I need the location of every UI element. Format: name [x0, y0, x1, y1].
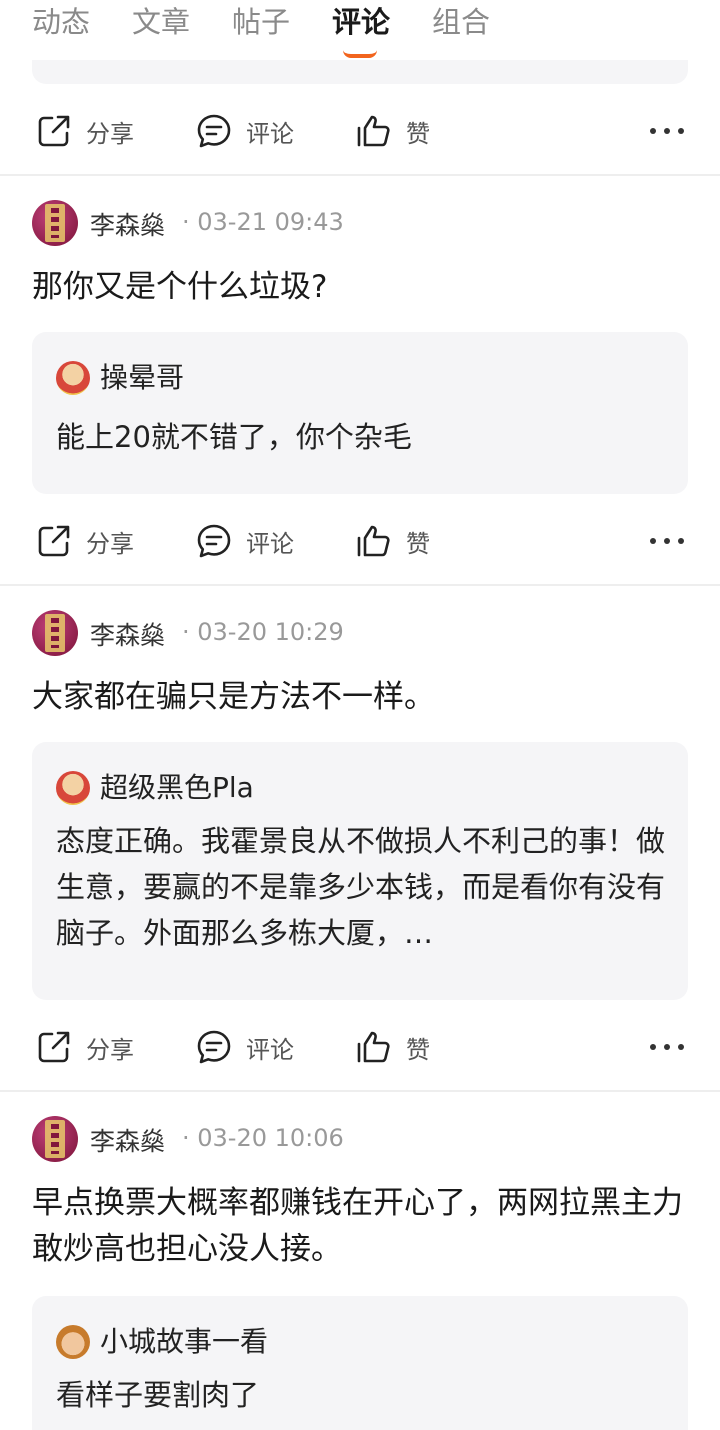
share-button[interactable]: 分享 [36, 524, 134, 558]
share-icon [38, 1031, 70, 1063]
tab-articles[interactable]: 文章 [132, 2, 190, 42]
quoted-comment[interactable]: 小城故事一看 看样子要割肉了 [32, 1296, 688, 1430]
comment-button[interactable]: 评论 [196, 524, 294, 558]
post-timestamp: · 03-20 10:29 [182, 618, 344, 646]
thumbs-up-icon [357, 115, 390, 147]
like-button[interactable]: 赞 [356, 524, 430, 558]
share-button[interactable]: 分享 [36, 1030, 134, 1064]
post-timestamp: · 03-21 09:43 [182, 208, 344, 236]
tab-bar: 动态 文章 帖子 评论 组合 [0, 0, 720, 60]
post-text: 早点换票大概率都赚钱在开心了，两网拉黑主力敢炒高也担心没人接。 [32, 1185, 683, 1267]
like-label: 赞 [406, 1035, 430, 1064]
share-label: 分享 [86, 119, 134, 148]
quoted-user-avatar [56, 1325, 90, 1359]
avatar[interactable] [32, 1116, 78, 1162]
share-icon [38, 525, 70, 557]
comment-post: 李森燊 · 03-20 10:06 早点换票大概率都赚钱在开心了，两网拉黑主力敢… [0, 1092, 720, 1430]
comment-label: 评论 [246, 119, 294, 148]
comment-label: 评论 [246, 529, 294, 558]
like-button[interactable]: 赞 [356, 1030, 430, 1064]
comment-button[interactable]: 评论 [196, 114, 294, 148]
quoted-text: 态度正确。我霍景良从不做损人不利己的事！做生意，要赢的不是靠多少本钱，而是看你有… [56, 824, 666, 950]
active-tab-indicator [343, 50, 377, 58]
tab-comments[interactable]: 评论 [332, 2, 390, 42]
author-name[interactable]: 李森燊 [90, 616, 165, 652]
quoted-text: 看样子要割肉了 [56, 1378, 260, 1412]
comment-icon [197, 1030, 231, 1064]
comment-post: 李森燊 · 03-20 10:29 大家都在骗只是方法不一样。 超级黑色Pla … [0, 586, 720, 1090]
quoted-user-avatar [56, 361, 90, 395]
more-options-icon[interactable] [650, 526, 684, 556]
post-text: 大家都在骗只是方法不一样。 [32, 679, 435, 715]
comment-label: 评论 [246, 1035, 294, 1064]
like-button[interactable]: 赞 [356, 114, 430, 148]
action-bar: 分享 评论 赞 [0, 510, 720, 570]
more-options-icon[interactable] [650, 1032, 684, 1062]
action-bar: 分享 评论 赞 [0, 1016, 720, 1076]
more-options-icon[interactable] [650, 116, 684, 146]
quoted-user-name: 超级黑色Pla [100, 771, 254, 804]
comment-post: 李森燊 · 03-21 09:43 那你又是个什么垃圾? 操晕哥 能上20就不错… [0, 176, 720, 584]
avatar[interactable] [32, 610, 78, 656]
tab-posts[interactable]: 帖子 [232, 2, 290, 42]
thumbs-up-icon [357, 1031, 390, 1063]
previous-quote-card-bottom [32, 60, 688, 84]
avatar[interactable] [32, 200, 78, 246]
share-label: 分享 [86, 1035, 134, 1064]
share-icon [38, 115, 70, 147]
author-name[interactable]: 李森燊 [90, 1122, 165, 1158]
quoted-comment[interactable]: 操晕哥 能上20就不错了，你个杂毛 [32, 332, 688, 494]
tab-dynamic[interactable]: 动态 [32, 2, 90, 42]
author-name[interactable]: 李森燊 [90, 206, 165, 242]
thumbs-up-icon [357, 525, 390, 557]
comment-icon [197, 524, 231, 558]
comment-button[interactable]: 评论 [196, 1030, 294, 1064]
quoted-comment[interactable]: 超级黑色Pla 态度正确。我霍景良从不做损人不利己的事！做生意，要赢的不是靠多少… [32, 742, 688, 1000]
post-timestamp: · 03-20 10:06 [182, 1124, 344, 1152]
comment-icon [197, 114, 231, 148]
like-label: 赞 [406, 529, 430, 558]
quoted-user-avatar [56, 771, 90, 805]
like-label: 赞 [406, 119, 430, 148]
share-button[interactable]: 分享 [36, 114, 134, 148]
tab-portfolio[interactable]: 组合 [432, 2, 490, 42]
share-label: 分享 [86, 529, 134, 558]
action-bar: 分享 评论 赞 [0, 100, 720, 160]
quoted-user-name: 操晕哥 [100, 361, 185, 394]
post-text: 那你又是个什么垃圾? [32, 269, 328, 305]
quoted-text: 能上20就不错了，你个杂毛 [56, 420, 412, 454]
quoted-user-name: 小城故事一看 [100, 1325, 269, 1358]
